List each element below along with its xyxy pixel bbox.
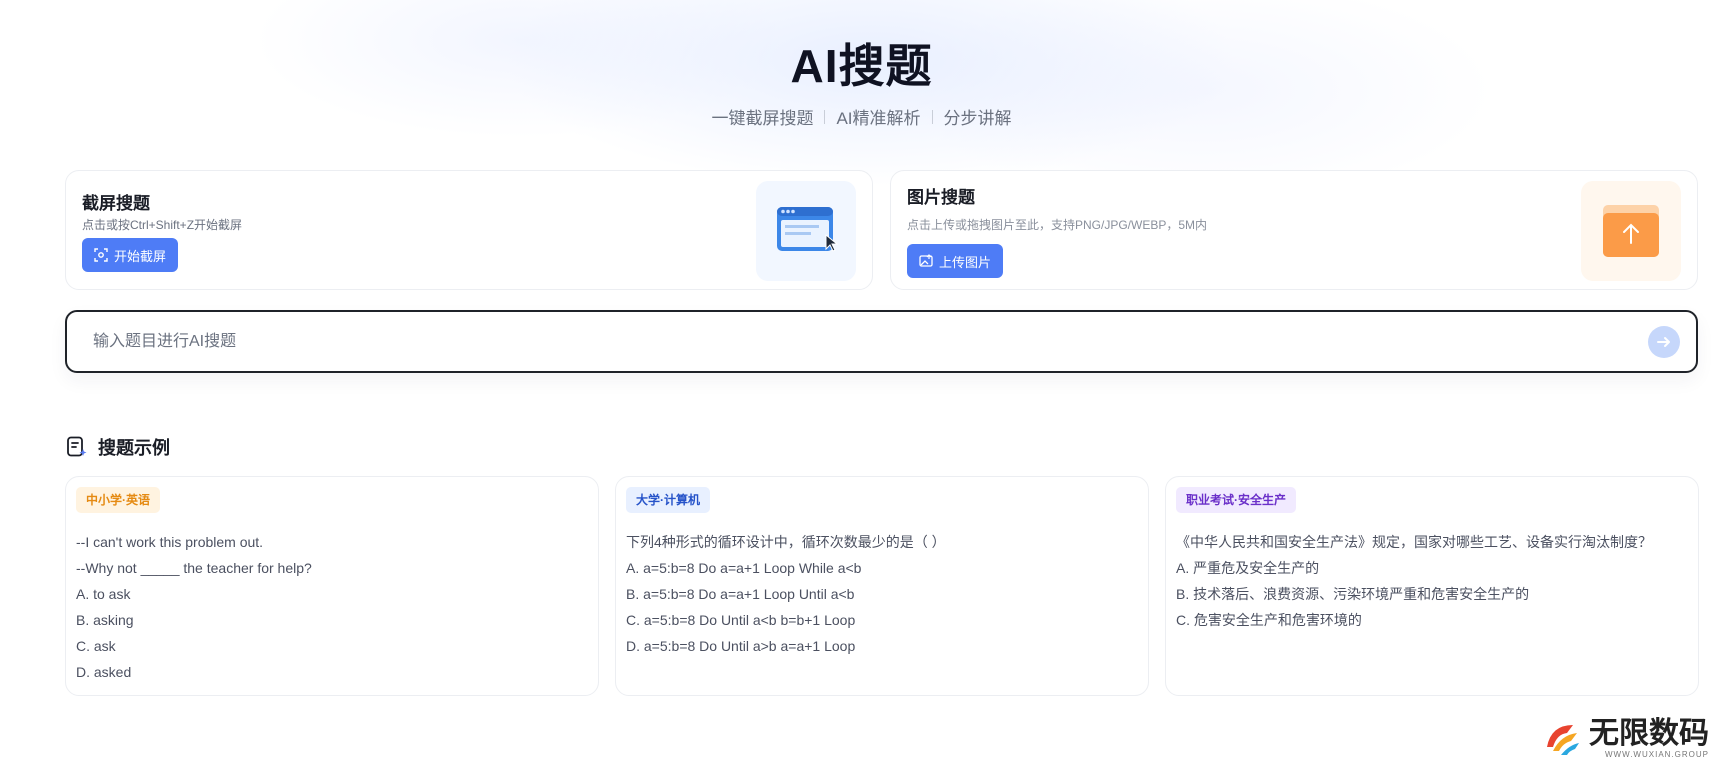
start-screenshot-button[interactable]: 开始截屏 bbox=[82, 238, 179, 272]
subtitle-divider bbox=[824, 109, 826, 124]
screenshot-search-card[interactable]: 截屏搜题 点击或按Ctrl+Shift+Z开始截屏 开始截屏 bbox=[65, 170, 873, 290]
arrow-right-icon bbox=[1657, 337, 1670, 347]
example-question: --I can't work this problem out. --Why n… bbox=[76, 529, 588, 685]
search-box[interactable] bbox=[65, 310, 1698, 373]
question-option: D. asked bbox=[76, 664, 132, 680]
question-line: 下列4种形式的循环设计中，循环次数最少的是（ ） bbox=[626, 534, 946, 550]
question-option: D. a=5:b=8 Do Until a>b a=a+1 Loop bbox=[626, 638, 856, 654]
brand-text: 无限数码 WWW.WUXIAN.GROUP bbox=[1589, 716, 1709, 759]
example-card[interactable]: 职业考试·安全生产 《中华人民共和国安全生产法》规定，国家对哪些工艺、设备实行淘… bbox=[1165, 476, 1699, 696]
question-option: A. to ask bbox=[76, 586, 131, 602]
brand-subtitle: WWW.WUXIAN.GROUP bbox=[1605, 749, 1709, 759]
hero: AI搜题 一键截屏搜题 AI精准解析 分步讲解 bbox=[0, 36, 1723, 129]
card-title: 图片搜题 bbox=[907, 188, 975, 207]
question-option: C. 危害安全生产和危害环境的 bbox=[1176, 612, 1362, 628]
screenshot-window-icon bbox=[756, 181, 856, 281]
question-option: B. asking bbox=[76, 612, 134, 628]
screenshot-capture-icon bbox=[94, 248, 108, 262]
example-question: 下列4种形式的循环设计中，循环次数最少的是（ ） A. a=5:b=8 Do a… bbox=[626, 529, 1138, 659]
card-title: 截屏搜题 bbox=[82, 194, 150, 213]
folder-upload-icon bbox=[1581, 181, 1681, 281]
image-search-card[interactable]: 图片搜题 点击上传或拖拽图片至此，支持PNG/JPG/WEBP，5M内 上传图片 bbox=[890, 170, 1698, 290]
subtitle-item: 分步讲解 bbox=[943, 109, 1012, 128]
question-option: A. 严重危及安全生产的 bbox=[1176, 560, 1320, 576]
brand-logo-icon bbox=[1547, 725, 1579, 755]
button-label: 上传图片 bbox=[939, 254, 992, 270]
subtitle-item: 一键截屏搜题 bbox=[711, 109, 814, 128]
card-description: 点击或按Ctrl+Shift+Z开始截屏 bbox=[82, 218, 243, 232]
question-option: A. a=5:b=8 Do a=a+1 Loop While a<b bbox=[626, 560, 862, 576]
brand-watermark: 无限数码 WWW.WUXIAN.GROUP bbox=[1541, 717, 1709, 759]
example-card[interactable]: 中小学·英语 --I can't work this problem out. … bbox=[65, 476, 599, 696]
question-line: --Why not _____ the teacher for help? bbox=[76, 560, 312, 576]
question-option: C. a=5:b=8 Do Until a<b b=b+1 Loop bbox=[626, 612, 856, 628]
subtitle-divider bbox=[931, 109, 933, 124]
hero-subtitle: 一键截屏搜题 AI精准解析 分步讲解 bbox=[0, 104, 1723, 129]
example-tag: 大学·计算机 bbox=[626, 487, 710, 513]
button-label: 开始截屏 bbox=[114, 248, 167, 264]
upload-image-button[interactable]: 上传图片 bbox=[907, 244, 1004, 278]
example-card[interactable]: 大学·计算机 下列4种形式的循环设计中，循环次数最少的是（ ） A. a=5:b… bbox=[615, 476, 1149, 696]
page-title: AI搜题 bbox=[790, 40, 933, 92]
card-description: 点击上传或拖拽图片至此，支持PNG/JPG/WEBP，5M内 bbox=[907, 218, 1208, 232]
example-tag: 职业考试·安全生产 bbox=[1176, 487, 1296, 513]
example-question: 《中华人民共和国安全生产法》规定，国家对哪些工艺、设备实行淘汰制度？ A. 严重… bbox=[1176, 529, 1688, 633]
examples-title: 搜题示例 bbox=[98, 438, 170, 458]
question-line: --I can't work this problem out. bbox=[76, 534, 264, 550]
subtitle-item: AI精准解析 bbox=[836, 109, 921, 128]
document-sparkle-icon bbox=[67, 436, 87, 457]
question-line: 《中华人民共和国安全生产法》规定，国家对哪些工艺、设备实行淘汰制度？ bbox=[1176, 534, 1652, 550]
examples-header: 搜题示例 bbox=[66, 434, 170, 460]
image-upload-icon bbox=[919, 254, 933, 267]
question-option: C. ask bbox=[76, 638, 116, 654]
search-submit-button[interactable] bbox=[1648, 326, 1680, 358]
brand-name: 无限数码 bbox=[1589, 716, 1709, 750]
question-option: B. 技术落后、浪费资源、污染环境严重和危害安全生产的 bbox=[1176, 586, 1530, 602]
question-option: B. a=5:b=8 Do a=a+1 Loop Until a<b bbox=[626, 586, 855, 602]
example-tag: 中小学·英语 bbox=[76, 487, 160, 513]
search-input[interactable] bbox=[93, 312, 1593, 371]
